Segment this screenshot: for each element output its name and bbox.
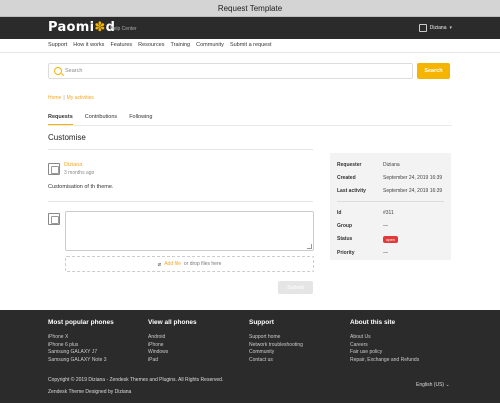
- status-badge: open: [383, 236, 398, 243]
- footer-link[interactable]: Fair use policy: [350, 349, 419, 357]
- footer-col-all-phones: View all phones Android iPhone Windows i…: [148, 319, 197, 364]
- footer-link[interactable]: Android: [148, 334, 197, 342]
- logo[interactable]: Paomi✽d: [48, 20, 115, 35]
- request-details-panel: Requester Diziana Created September 24, …: [330, 153, 451, 260]
- comment-time: 3 months ago: [64, 170, 95, 176]
- footer-col-support: Support Support home Network troubleshoo…: [249, 319, 303, 364]
- search-button[interactable]: Search: [417, 63, 450, 79]
- footer-link[interactable]: Contact us: [249, 357, 303, 365]
- flower-icon: ✽: [94, 20, 106, 35]
- search-icon: [54, 67, 62, 75]
- footer-heading: View all phones: [148, 319, 197, 326]
- footer-heading: Most popular phones: [48, 319, 114, 326]
- id-label: Id: [337, 210, 342, 216]
- search-placeholder: Search: [65, 68, 83, 74]
- priority-value: —: [383, 250, 388, 256]
- footer-link[interactable]: Repair, Exchange and Refunds: [350, 357, 419, 365]
- window-title: Request Template: [217, 3, 283, 13]
- submit-button[interactable]: Submit: [278, 281, 313, 294]
- created-value: September 24, 2019 16:39: [383, 175, 443, 181]
- footer-col-about: About this site About Us Careers Fair us…: [350, 319, 419, 364]
- footer-link[interactable]: iPad: [148, 357, 197, 365]
- help-center-label: Help Center: [110, 26, 137, 32]
- status-label: Status: [337, 236, 353, 242]
- user-menu[interactable]: Diziana ▾: [418, 24, 452, 32]
- breadcrumb-my-activities[interactable]: My activities: [67, 95, 94, 101]
- footer-link[interactable]: Windows: [148, 349, 197, 357]
- footer-link[interactable]: About Us: [350, 334, 419, 342]
- copyright-text: Copyright © 2019 Diziana - Zendesk Theme…: [48, 377, 224, 383]
- main-nav: Support How it works Features Resources …: [0, 39, 500, 53]
- nav-item-submit-request[interactable]: Submit a request: [230, 42, 272, 48]
- tabs-divider: [48, 125, 452, 126]
- reply-textarea[interactable]: [65, 211, 314, 251]
- footer-link[interactable]: iPhone: [148, 342, 197, 350]
- footer-heading: Support: [249, 319, 274, 326]
- logo-text: Paomi: [48, 20, 95, 35]
- nav-item-how-it-works[interactable]: How it works: [73, 42, 104, 48]
- add-file-link[interactable]: Add file: [164, 261, 181, 267]
- search-input[interactable]: Search: [48, 63, 413, 79]
- requester-value: Diziana: [383, 162, 400, 168]
- footer-link[interactable]: Samsung GALAXY J7: [48, 349, 114, 357]
- id-value: #311: [383, 210, 394, 216]
- last-activity-value: September 24, 2019 16:39: [383, 188, 443, 194]
- group-value: —: [383, 223, 388, 229]
- details-divider: [337, 201, 444, 202]
- designed-by-text: Zendesk Theme Designed by Diziana: [48, 389, 132, 395]
- page-title: Customise: [48, 133, 86, 142]
- priority-label: Priority: [337, 250, 355, 256]
- comment-body: Customisation of th theme.: [48, 184, 114, 190]
- window-titlebar: Request Template: [0, 0, 500, 17]
- footer-col-popular-phones: Most popular phones iPhone X iPhone 6 pl…: [48, 319, 114, 364]
- chevron-down-icon: ▾: [449, 25, 452, 31]
- comment-author[interactable]: Diziana: [64, 162, 82, 168]
- paperclip-icon: ⌀: [157, 261, 162, 268]
- comment-divider: [48, 201, 313, 202]
- footer-link[interactable]: Network troubleshooting: [249, 342, 303, 350]
- breadcrumb: Home | My activities: [48, 95, 94, 101]
- file-dropzone[interactable]: ⌀ Add file or drop files here: [65, 256, 314, 272]
- requester-label: Requester: [337, 162, 362, 168]
- footer-heading: About this site: [350, 319, 396, 326]
- breadcrumb-separator: |: [63, 95, 65, 101]
- footer: Most popular phones iPhone X iPhone 6 pl…: [0, 310, 500, 403]
- tab-following[interactable]: Following: [129, 114, 152, 125]
- tab-contributions[interactable]: Contributions: [85, 114, 117, 125]
- created-label: Created: [337, 175, 356, 181]
- reply-avatar: [48, 213, 60, 225]
- nav-item-resources[interactable]: Resources: [138, 42, 164, 48]
- language-selector[interactable]: English (US) ⌄: [416, 382, 450, 388]
- title-divider: [48, 149, 313, 150]
- footer-link[interactable]: Support home: [249, 334, 303, 342]
- nav-item-community[interactable]: Community: [196, 42, 224, 48]
- drop-hint: or drop files here: [183, 261, 222, 267]
- nav-item-features[interactable]: Features: [110, 42, 132, 48]
- avatar: [418, 24, 427, 32]
- tab-requests[interactable]: Requests: [48, 114, 73, 125]
- comment-avatar: [48, 163, 60, 175]
- footer-link[interactable]: iPhone 6 plus: [48, 342, 114, 350]
- footer-link[interactable]: iPhone X: [48, 334, 114, 342]
- footer-link[interactable]: Samsung GALAXY Note 3: [48, 357, 114, 365]
- group-label: Group: [337, 223, 352, 229]
- user-name: Diziana: [429, 25, 447, 31]
- nav-item-support[interactable]: Support: [48, 42, 67, 48]
- nav-item-training[interactable]: Training: [170, 42, 190, 48]
- breadcrumb-home[interactable]: Home: [48, 95, 61, 101]
- footer-link[interactable]: Careers: [350, 342, 419, 350]
- top-header: Paomi✽d Help Center Diziana ▾: [0, 17, 500, 39]
- activity-tabs: Requests Contributions Following: [48, 114, 152, 125]
- footer-link[interactable]: Community: [249, 349, 303, 357]
- last-activity-label: Last activity: [337, 188, 366, 194]
